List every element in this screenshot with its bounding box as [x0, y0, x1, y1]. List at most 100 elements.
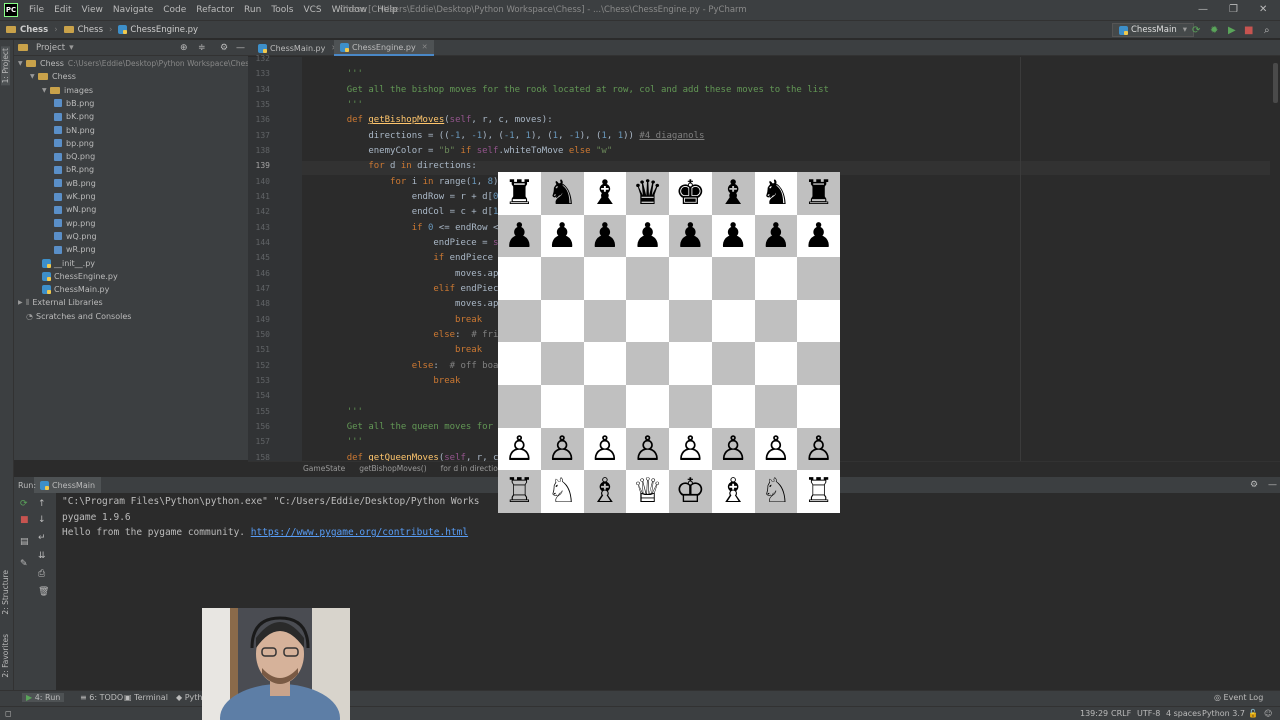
line-number[interactable]: 146: [248, 269, 270, 278]
board-square[interactable]: ♙: [711, 427, 755, 471]
board-square[interactable]: [583, 342, 627, 385]
line-number[interactable]: 149: [248, 315, 270, 324]
event-log[interactable]: ◎ Event Log: [1214, 693, 1263, 702]
board-square[interactable]: [583, 257, 627, 300]
white-rook-icon[interactable]: ♖: [504, 474, 534, 508]
breadcrumb-file[interactable]: ChessEngine.py: [118, 25, 198, 35]
code-line[interactable]: for i in range(1, 8):: [325, 177, 504, 187]
line-number[interactable]: 147: [248, 284, 270, 293]
board-square[interactable]: [669, 257, 712, 300]
black-pawn-icon[interactable]: ♟: [675, 219, 705, 253]
board-square[interactable]: ♘: [754, 470, 798, 513]
line-number[interactable]: 154: [248, 391, 270, 400]
code-line[interactable]: directions = ((-1, -1), (-1, 1), (1, -1)…: [325, 131, 704, 141]
locate-icon[interactable]: ⊕: [180, 43, 188, 53]
menu-run[interactable]: Run: [239, 5, 266, 15]
project-panel-title[interactable]: Project: [36, 43, 65, 53]
board-square[interactable]: ♟: [797, 214, 840, 258]
board-square[interactable]: ♙: [583, 427, 627, 471]
code-line[interactable]: Get all the bishop moves for the rook lo…: [325, 85, 829, 95]
hide-icon[interactable]: —: [236, 43, 245, 53]
code-line[interactable]: endPiece = se: [325, 238, 503, 248]
expand-arrow-icon[interactable]: ▶: [18, 299, 26, 306]
line-number[interactable]: 148: [248, 299, 270, 308]
line-number[interactable]: 135: [248, 100, 270, 109]
tree-item[interactable]: wR.png: [54, 243, 96, 256]
board-square[interactable]: ♚: [669, 172, 712, 215]
board-square[interactable]: ♙: [669, 427, 712, 471]
board-square[interactable]: ♔: [669, 470, 712, 513]
breadcrumb-method[interactable]: getBishopMoves(): [359, 464, 426, 473]
board-square[interactable]: [540, 384, 584, 428]
tree-item[interactable]: bN.png: [54, 124, 95, 137]
code-line[interactable]: break: [325, 376, 460, 386]
tree-item[interactable]: bK.png: [54, 110, 94, 123]
white-rook-icon[interactable]: ♖: [803, 474, 833, 508]
minimize-icon[interactable]: —: [1198, 4, 1208, 15]
board-square[interactable]: [540, 342, 584, 385]
soft-wrap-icon[interactable]: ↵: [38, 533, 46, 543]
breadcrumb-block[interactable]: for d in directions: [441, 464, 507, 473]
board-square[interactable]: [711, 384, 755, 428]
up-arrow-icon[interactable]: ↑: [38, 499, 46, 509]
board-square[interactable]: [583, 384, 627, 428]
white-pawn-icon[interactable]: ♙: [718, 432, 748, 466]
trash-icon[interactable]: 🗑: [38, 587, 49, 597]
black-pawn-icon[interactable]: ♟: [547, 219, 577, 253]
line-number[interactable]: 143: [248, 223, 270, 232]
tree-item[interactable]: wp.png: [54, 217, 95, 230]
line-number[interactable]: 155: [248, 407, 270, 416]
tab-run[interactable]: ▶ 4: Run: [22, 693, 65, 702]
code-line[interactable]: break: [325, 315, 482, 325]
board-square[interactable]: [498, 299, 541, 343]
code-line[interactable]: endCol = c + d[1]: [325, 207, 504, 217]
print-icon[interactable]: ⎙: [38, 569, 45, 579]
line-number[interactable]: 134: [248, 85, 270, 94]
line-number[interactable]: 138: [248, 146, 270, 155]
file-encoding[interactable]: UTF-8: [1137, 709, 1160, 718]
line-number[interactable]: 141: [248, 192, 270, 201]
menu-vcs[interactable]: VCS: [298, 5, 326, 15]
code-line[interactable]: def getBishopMoves(self, r, c, moves):: [325, 115, 553, 125]
tab-chessengine[interactable]: ChessEngine.py ✕: [334, 40, 434, 56]
chevron-down-icon[interactable]: ▾: [69, 43, 74, 53]
board-square[interactable]: [754, 342, 798, 385]
line-number[interactable]: 145: [248, 253, 270, 262]
scrollbar-thumb[interactable]: [1273, 63, 1278, 103]
code-line[interactable]: endRow = r + d[0]: [325, 192, 504, 202]
line-number[interactable]: 133: [248, 69, 270, 78]
tree-item[interactable]: ◔ Scratches and Consoles: [18, 310, 131, 323]
white-bishop-icon[interactable]: ♗: [718, 474, 748, 508]
notifications-icon[interactable]: ☺: [1264, 709, 1272, 718]
menu-refactor[interactable]: Refactor: [191, 5, 239, 15]
black-pawn-icon[interactable]: ♟: [504, 219, 534, 253]
line-number[interactable]: 140: [248, 177, 270, 186]
gear-icon[interactable]: ⚙: [220, 43, 228, 53]
tree-item[interactable]: wN.png: [54, 203, 96, 216]
board-square[interactable]: [797, 299, 840, 343]
gear-icon[interactable]: ⚙: [1250, 480, 1258, 490]
code-line[interactable]: ''': [325, 100, 363, 110]
board-square[interactable]: [626, 257, 669, 300]
black-rook-icon[interactable]: ♜: [504, 176, 534, 210]
board-square[interactable]: ♛: [626, 172, 669, 215]
board-square[interactable]: ♜: [498, 172, 541, 215]
board-square[interactable]: [626, 384, 669, 428]
black-king-icon[interactable]: ♚: [675, 176, 705, 210]
black-bishop-icon[interactable]: ♝: [590, 176, 620, 210]
black-pawn-icon[interactable]: ♟: [803, 219, 833, 253]
white-pawn-icon[interactable]: ♙: [547, 432, 577, 466]
board-square[interactable]: [711, 299, 755, 343]
board-square[interactable]: [626, 342, 669, 385]
caret-position[interactable]: 139:29: [1080, 709, 1108, 718]
board-square[interactable]: ♜: [797, 172, 840, 215]
black-pawn-icon[interactable]: ♟: [632, 219, 662, 253]
board-square[interactable]: [669, 299, 712, 343]
rerun-icon[interactable]: ⟳: [20, 499, 28, 509]
expand-arrow-icon[interactable]: ▼: [18, 60, 26, 67]
indent-setting[interactable]: 4 spaces: [1166, 709, 1201, 718]
board-square[interactable]: ♙: [797, 427, 840, 471]
code-line[interactable]: moves.app: [325, 269, 504, 279]
board-square[interactable]: [797, 342, 840, 385]
board-square[interactable]: ♖: [797, 470, 840, 513]
